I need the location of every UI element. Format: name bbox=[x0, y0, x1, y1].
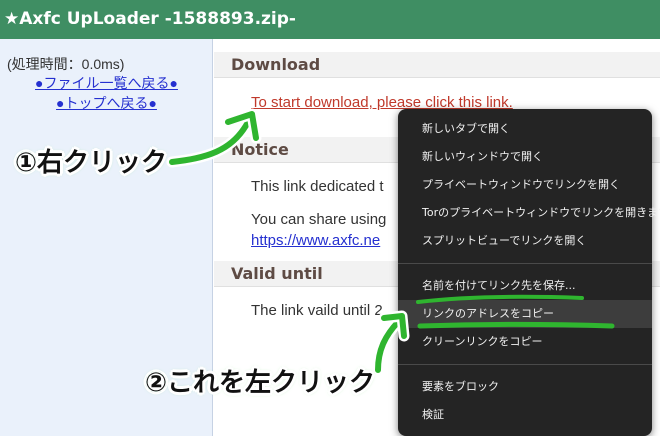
underline-save-link bbox=[416, 294, 584, 304]
annotation-step2: ②これを左クリック bbox=[145, 368, 376, 398]
annotation-step1: ①右クリック bbox=[15, 148, 168, 178]
underline-copy-link-address bbox=[417, 322, 615, 329]
